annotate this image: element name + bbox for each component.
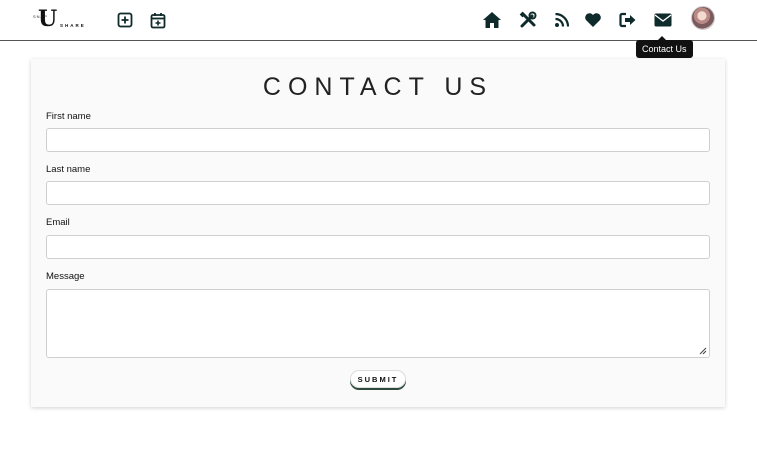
contact-tooltip: Contact Us [636, 36, 693, 58]
plus-square-icon [117, 12, 133, 28]
contact-button[interactable] [653, 10, 673, 30]
submit-button[interactable]: SUBMIT [350, 370, 406, 388]
email-label: Email [46, 217, 70, 228]
feed-button[interactable] [552, 10, 572, 30]
favorites-button[interactable] [583, 10, 603, 30]
calendar-plus-icon [150, 12, 166, 28]
message-label: Message [46, 271, 85, 282]
user-avatar[interactable] [691, 6, 715, 30]
message-field[interactable] [46, 289, 710, 358]
logo-share-text: SHARE [60, 23, 86, 28]
home-button[interactable] [482, 10, 502, 30]
logo-letter: U [38, 6, 58, 32]
resize-grip-icon[interactable] [698, 346, 707, 355]
home-icon [483, 12, 501, 28]
heart-icon [585, 13, 601, 27]
first-name-label: First name [46, 111, 91, 122]
tools-icon [519, 11, 537, 28]
contact-form-card: CONTACT US First name Last name Email Me… [31, 59, 725, 407]
brand-logo[interactable]: SNAP U SHARE [33, 6, 97, 32]
top-navbar: SNAP U SHARE [0, 0, 757, 41]
last-name-label: Last name [46, 164, 91, 175]
envelope-icon [654, 13, 672, 27]
add-post-button[interactable] [115, 10, 135, 30]
first-name-field[interactable] [46, 128, 710, 152]
add-event-button[interactable] [148, 10, 168, 30]
page-title: CONTACT US [262, 73, 494, 101]
rss-icon [555, 12, 570, 27]
last-name-field[interactable] [46, 181, 710, 205]
tools-button[interactable] [518, 10, 538, 30]
sign-out-icon [619, 12, 636, 28]
email-field[interactable] [46, 235, 710, 259]
logout-button[interactable] [618, 10, 638, 30]
